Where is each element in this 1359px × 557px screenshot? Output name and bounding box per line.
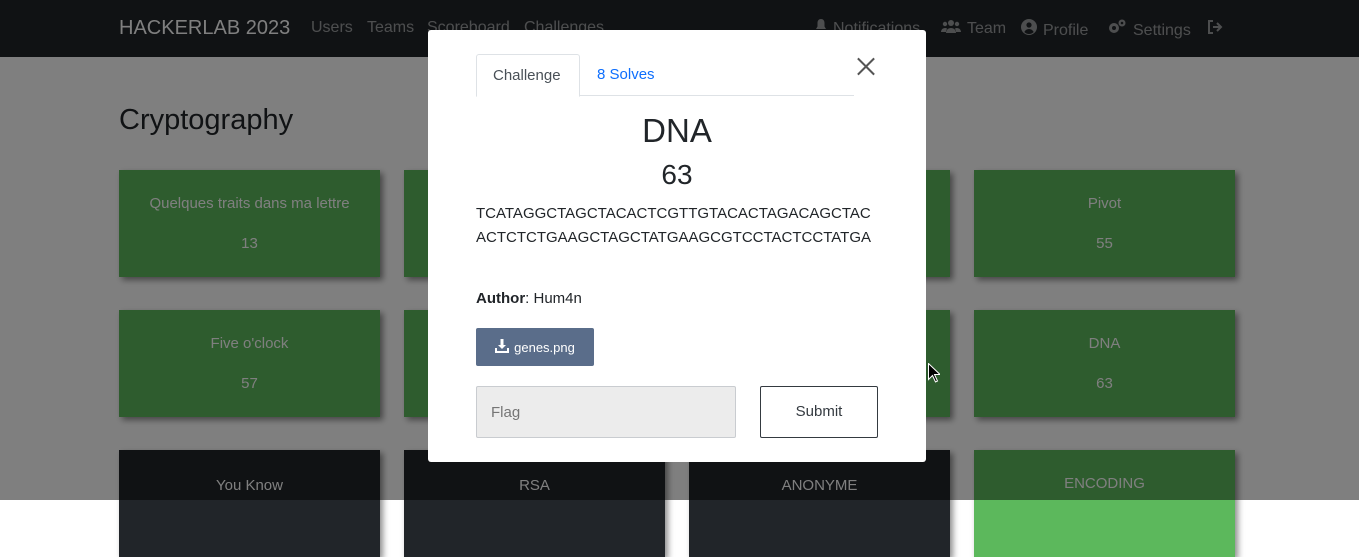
submit-button[interactable]: Submit — [760, 386, 878, 438]
challenge-modal: Challenge 8 Solves DNA 63 TCATAGGCTAGCTA… — [428, 30, 926, 462]
tab-solves[interactable]: 8 Solves — [581, 54, 671, 96]
file-name: genes.png — [514, 339, 575, 355]
challenge-points: 63 — [661, 159, 693, 190]
challenge-author: Author: Hum4n — [476, 290, 582, 307]
challenge-description: TCATAGGCTAGCTACACTCGTTGTACACTAGACAGCTACA… — [476, 205, 871, 246]
download-file-button[interactable]: genes.png — [476, 328, 594, 366]
author-name: : Hum4n — [525, 290, 582, 307]
download-icon — [495, 338, 510, 356]
tab-challenge[interactable]: Challenge — [476, 54, 580, 97]
flag-input[interactable] — [476, 386, 736, 438]
modal-tabs: Challenge 8 Solves — [476, 54, 854, 97]
challenge-title: DNA — [642, 112, 712, 149]
mouse-cursor-icon — [928, 362, 942, 388]
close-icon[interactable] — [854, 54, 878, 78]
author-label: Author — [476, 290, 526, 307]
